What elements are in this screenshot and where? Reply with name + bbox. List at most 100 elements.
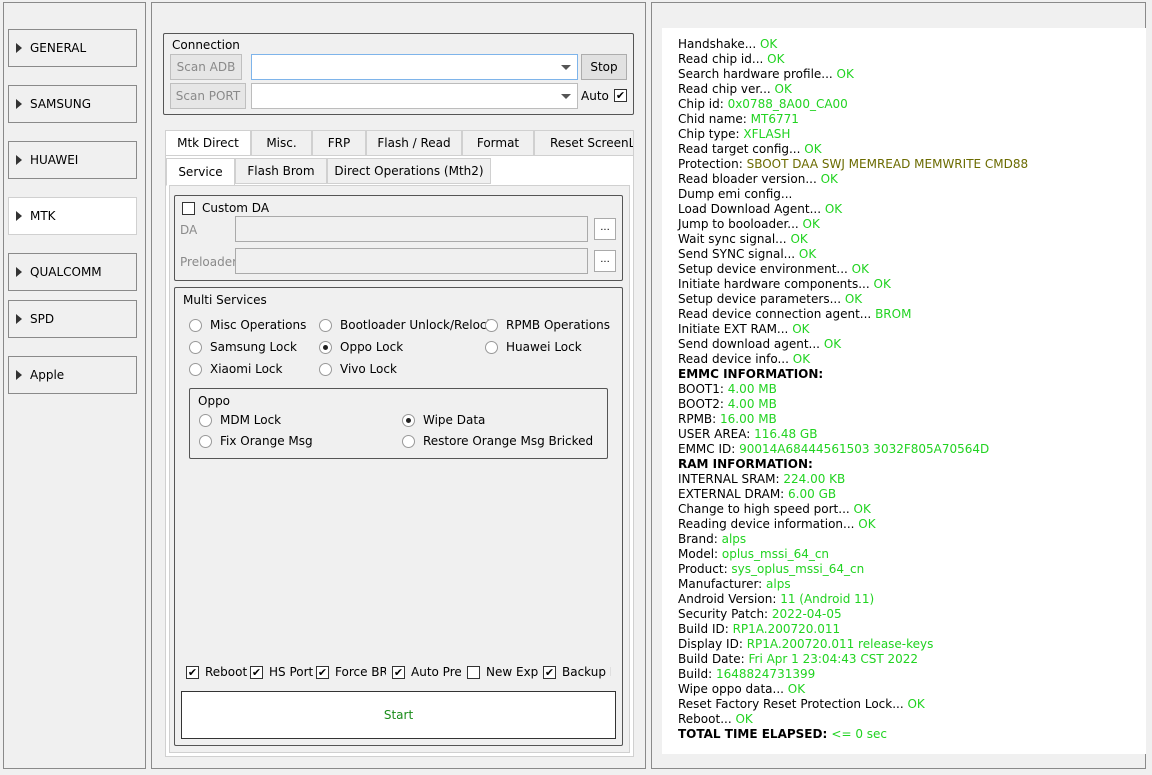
subtab-direct-operations[interactable]: Direct Operations (Mth2) <box>327 158 491 184</box>
tab-reset-screenlock[interactable]: Reset ScreenLoc <box>534 130 634 156</box>
sidebar-item-label: SPD <box>30 312 55 326</box>
log-value: OK <box>802 217 820 231</box>
da-path-field[interactable] <box>235 216 588 242</box>
log-value: 16.00 MB <box>720 412 777 426</box>
log-line: Display ID: RP1A.200720.011 release-keys <box>678 637 1146 652</box>
log-key: USER AREA: <box>678 427 755 441</box>
log-line: Read chip ver... OK <box>678 82 1146 97</box>
subtab-flash-brom[interactable]: Flash Brom <box>235 158 327 184</box>
log-line: Send download agent... OK <box>678 337 1146 352</box>
radio-indicator <box>485 318 498 332</box>
log-value: 11 (Android 11) <box>780 592 875 606</box>
log-line: Jump to booloader... OK <box>678 217 1146 232</box>
radio-huawei-lock[interactable]: Huawei Lock <box>485 340 582 354</box>
log-line: EMMC ID: 90014A68444561503 3032F805A7056… <box>678 442 1146 457</box>
chevron-right-icon <box>16 43 22 53</box>
chevron-right-icon <box>16 267 22 277</box>
checkbox-box: ✔ <box>316 665 329 679</box>
tab-misc[interactable]: Misc. <box>251 130 312 156</box>
log-line: EMMC INFORMATION: <box>678 367 1146 382</box>
log-key: EMMC INFORMATION: <box>678 367 824 381</box>
sidebar-item-label: SAMSUNG <box>30 97 92 111</box>
force-brom-checkbox[interactable]: ✔ Force BROM <box>316 665 386 679</box>
sidebar-item-general[interactable]: GENERAL <box>8 29 137 67</box>
log-line: TOTAL TIME ELAPSED: <= 0 sec <box>678 727 1146 742</box>
subtab-service[interactable]: Service <box>166 158 235 186</box>
preloader-browse-button[interactable]: ... <box>594 250 616 272</box>
radio-vivo-lock[interactable]: Vivo Lock <box>319 362 397 376</box>
reboot-checkbox[interactable]: ✔ Reboot <box>186 665 248 679</box>
tab-frp[interactable]: FRP <box>312 130 366 156</box>
log-key: Send SYNC signal... <box>678 247 799 261</box>
auto-checkbox[interactable]: ✔ <box>614 89 627 102</box>
da-browse-button[interactable]: ... <box>594 218 616 240</box>
radio-label: Fix Orange Msg <box>220 434 313 448</box>
radio-oppo-lock[interactable]: Oppo Lock <box>319 340 403 354</box>
tab-mtk-direct[interactable]: Mtk Direct <box>165 130 251 156</box>
radio-mdm-lock[interactable]: MDM Lock <box>199 413 281 427</box>
radio-indicator <box>485 340 498 354</box>
log-line: Initiate hardware components... OK <box>678 277 1146 292</box>
log-value: SBOOT DAA SWJ MEMREAD MEMWRITE CMD88 <box>746 157 1029 171</box>
log-line: Setup device parameters... OK <box>678 292 1146 307</box>
radio-fix-orange-msg[interactable]: Fix Orange Msg <box>199 434 313 448</box>
log-key: Jump to booloader... <box>678 217 803 231</box>
sidebar-item-huawei[interactable]: HUAWEI <box>8 141 137 179</box>
radio-wipe-data[interactable]: Wipe Data <box>402 413 485 427</box>
hs-port-checkbox[interactable]: ✔ HS Port <box>250 665 313 679</box>
radio-label: Samsung Lock <box>210 340 297 354</box>
sidebar-item-label: HUAWEI <box>30 153 79 167</box>
new-exploit-checkbox[interactable]: New Exploit <box>467 665 538 679</box>
log-line: Android Version: 11 (Android 11) <box>678 592 1146 607</box>
checkbox-label: Reboot <box>205 665 248 679</box>
log-value: <= 0 sec <box>831 727 888 741</box>
da-label: DA <box>180 223 198 237</box>
log-output: Handshake... OK Read chip id... OK Search … <box>662 28 1146 754</box>
log-line: USER AREA: 116.48 GB <box>678 427 1146 442</box>
port-select[interactable] <box>251 83 578 109</box>
log-value: alps <box>766 577 791 591</box>
sidebar-item-mtk[interactable]: MTK <box>8 197 137 235</box>
checkbox-label: Backup FRP <box>562 665 611 679</box>
radio-rpmb-operations[interactable]: RPMB Operations <box>485 318 610 332</box>
log-value: 2022-04-05 <box>771 607 842 621</box>
scan-adb-button[interactable]: Scan ADB <box>170 54 242 80</box>
backup-frp-checkbox[interactable]: ✔ Backup FRP <box>543 665 611 679</box>
log-key: Display ID: <box>678 637 747 651</box>
radio-restore-orange-msg[interactable]: Restore Orange Msg Bricked <box>402 434 593 448</box>
tab-flash-read[interactable]: Flash / Read <box>366 130 462 156</box>
stop-button[interactable]: Stop <box>581 54 627 80</box>
scan-port-button[interactable]: Scan PORT <box>170 83 246 109</box>
sidebar-item-samsung[interactable]: SAMSUNG <box>8 85 137 123</box>
radio-xiaomi-lock[interactable]: Xiaomi Lock <box>189 362 282 376</box>
log-key: TOTAL TIME ELAPSED: <box>678 727 832 741</box>
log-value: OK <box>790 232 808 246</box>
sidebar-item-apple[interactable]: Apple <box>8 356 137 394</box>
chevron-down-icon <box>561 65 571 70</box>
log-line: Reading device information... OK <box>678 517 1146 532</box>
log-key: Reading device information... <box>678 517 859 531</box>
log-value: OK <box>844 292 863 306</box>
log-line: Build: 1648824731399 <box>678 667 1146 682</box>
log-line: RPMB: 16.00 MB <box>678 412 1146 427</box>
log-key: Setup device environment... <box>678 262 852 276</box>
radio-bootloader-unlock[interactable]: Bootloader Unlock/Relock <box>319 318 493 332</box>
radio-indicator <box>189 362 202 376</box>
log-line: Security Patch: 2022-04-05 <box>678 607 1146 622</box>
log-line: Search hardware profile... OK <box>678 67 1146 82</box>
custom-da-checkbox[interactable] <box>182 202 195 215</box>
log-line: Reboot... OK <box>678 712 1146 727</box>
radio-samsung-lock[interactable]: Samsung Lock <box>189 340 297 354</box>
log-key: Initiate hardware components... <box>678 277 874 291</box>
sidebar-item-qualcomm[interactable]: QUALCOMM <box>8 253 137 291</box>
start-button[interactable]: Start <box>181 691 616 739</box>
radio-label: Huawei Lock <box>506 340 582 354</box>
sidebar-item-spd[interactable]: SPD <box>8 300 137 338</box>
tab-format[interactable]: Format <box>462 130 534 156</box>
chevron-right-icon <box>16 99 22 109</box>
auto-preloader-checkbox[interactable]: ✔ Auto Preloader <box>392 665 461 679</box>
radio-misc-operations[interactable]: Misc Operations <box>189 318 306 332</box>
adb-device-select[interactable] <box>251 54 578 80</box>
preloader-path-field[interactable] <box>235 248 588 274</box>
radio-indicator <box>319 362 332 376</box>
